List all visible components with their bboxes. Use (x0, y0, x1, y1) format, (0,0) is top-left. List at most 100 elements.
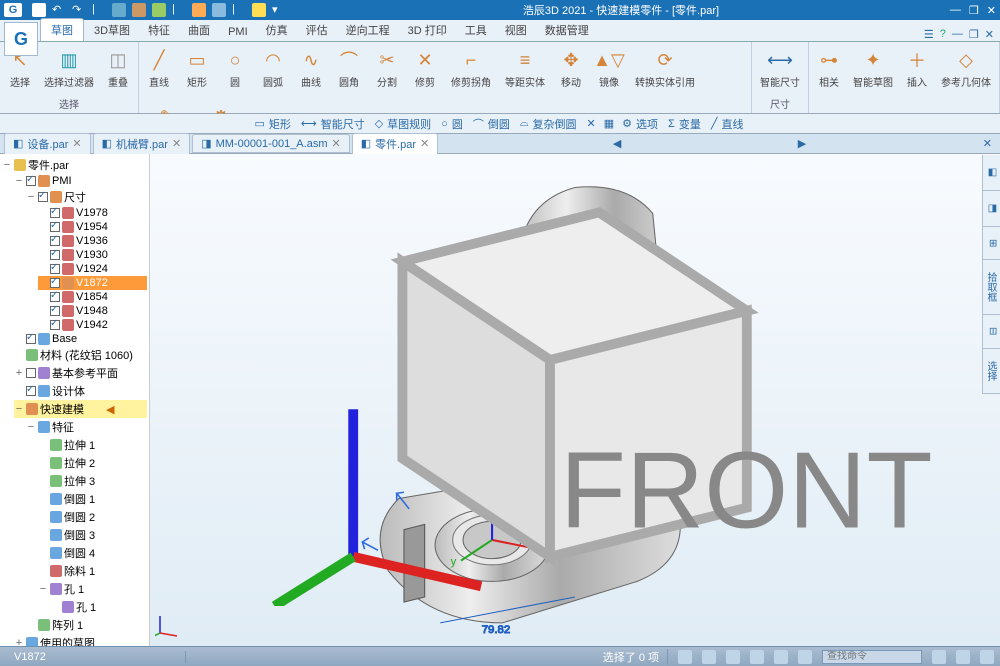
qat-redo-icon[interactable]: ↷ (72, 3, 86, 17)
restore-button[interactable]: ❐ (969, 4, 979, 17)
qat-save-icon[interactable] (32, 3, 46, 17)
ribbon-tab[interactable]: 特征 (140, 19, 178, 41)
app-logo-small[interactable]: G (4, 3, 22, 17)
ribbon-tab[interactable]: 工具 (457, 19, 495, 41)
ribbon-close-icon[interactable]: ✕ (985, 28, 994, 41)
fillet-button[interactable]: ⌒圆角 (335, 46, 363, 91)
side-tab-label[interactable]: 选择 (983, 349, 1000, 394)
tb2-circle-icon[interactable]: ○ 圆 (439, 116, 467, 132)
tb2-var-icon[interactable]: Σ 变量 (666, 116, 705, 132)
insert-button[interactable]: ＋插入 (903, 46, 931, 91)
secondary-toolbar: ▭ 矩形 ⟷ 智能尺寸 ◇ 草图规则 ○ 圆 ⌒ 倒圆 ⌓ 复杂倒圆 ✕ ▦ ⚙… (0, 114, 1000, 134)
select-filter-button[interactable]: ▥选择过滤器 (42, 46, 96, 91)
line-button[interactable]: ╱直线 (145, 46, 173, 91)
qat-icon[interactable] (252, 3, 266, 17)
doc-tab-active[interactable]: ◧零件.par✕ (352, 133, 439, 155)
status-icon[interactable] (750, 650, 764, 664)
smart-sketch-button[interactable]: ✦智能草图 (851, 46, 895, 91)
ribbon-tab[interactable]: 视图 (497, 19, 535, 41)
split-button[interactable]: ✂分割 (373, 46, 401, 91)
tb2-line-icon[interactable]: ╱ 直线 (709, 116, 748, 132)
command-search-input[interactable] (822, 650, 922, 664)
side-tab[interactable]: ◧ (983, 155, 1000, 191)
status-icon[interactable] (702, 650, 716, 664)
tb2-opts-icon[interactable]: ⚙ 选项 (620, 116, 662, 132)
rect-button[interactable]: ▭矩形 (183, 46, 211, 91)
qat-icon[interactable] (152, 3, 166, 17)
qat-sep: | (172, 3, 186, 17)
tab-nav-next-icon[interactable]: ▶ (794, 137, 810, 150)
status-icon[interactable] (956, 650, 970, 664)
smart-dim-button[interactable]: ⟷智能尺寸 (758, 46, 802, 91)
ribbon-min-icon[interactable]: — (952, 28, 963, 41)
mirror-button[interactable]: ▲▽镜像 (595, 46, 623, 91)
close-icon[interactable]: ✕ (331, 137, 340, 150)
qat-icon[interactable] (112, 3, 126, 17)
status-bar: V1872 选择了 0 项 (0, 646, 1000, 666)
tab-nav-prev-icon[interactable]: ◀ (609, 137, 625, 150)
doc-tab[interactable]: ◨MM-00001-001_A.asm✕ (192, 134, 350, 153)
ribbon-tab[interactable]: 数据管理 (537, 19, 597, 41)
qat-icon[interactable]: ▾ (272, 3, 286, 17)
tb2-fillet-icon[interactable]: ⌒ 倒圆 (471, 116, 514, 132)
tb2-dim-icon[interactable]: ⟷ 智能尺寸 (299, 116, 369, 132)
curve-button[interactable]: ∿曲线 (297, 46, 325, 91)
ribbon-help-icon[interactable]: ? (940, 28, 946, 41)
ref-geom-button[interactable]: ◇参考几何体 (939, 46, 993, 91)
ribbon-tab[interactable]: 评估 (298, 19, 336, 41)
document-tabs: ◧设备.par✕ ◧机械臂.par✕ ◨MM-00001-001_A.asm✕ … (0, 134, 1000, 154)
ribbon-tab[interactable]: 曲面 (180, 19, 218, 41)
doc-tab[interactable]: ◧机械臂.par✕ (93, 133, 191, 155)
overlap-button[interactable]: ◫重叠 (104, 46, 132, 91)
view-cube[interactable]: FRONT (125, 154, 975, 606)
doc-tab[interactable]: ◧设备.par✕ (4, 133, 91, 155)
minimize-button[interactable]: — (950, 4, 961, 17)
side-tab-label[interactable]: 拾取框 (983, 260, 1000, 315)
tb2-rules-icon[interactable]: ◇ 草图规则 (373, 116, 435, 132)
trim-corner-button[interactable]: ⌐修剪拐角 (449, 46, 493, 91)
status-icon[interactable] (678, 650, 692, 664)
3d-viewport[interactable]: x y z 46.66 25 50 79.82 (150, 154, 1000, 646)
ribbon-layout-icon[interactable]: ☰ (924, 28, 934, 41)
close-icon[interactable]: ✕ (420, 137, 429, 150)
status-icon[interactable] (980, 650, 994, 664)
trim-button[interactable]: ✕修剪 (411, 46, 439, 91)
ribbon-tab[interactable]: PMI (220, 23, 256, 41)
qat-icon[interactable] (192, 3, 206, 17)
dim-label: 79.82 (482, 624, 511, 636)
convert-button[interactable]: ⟳转换实体引用 (633, 46, 697, 91)
ribbon-max-icon[interactable]: ❐ (969, 28, 979, 41)
offset-button[interactable]: ≡等距实体 (503, 46, 547, 91)
side-tab[interactable]: ⊟ (983, 315, 1000, 348)
qat-icon[interactable] (132, 3, 146, 17)
status-item: V1872 (6, 651, 186, 663)
tb2-icon[interactable]: ▦ (602, 117, 616, 130)
status-icon[interactable] (774, 650, 788, 664)
tb2-cfillet-icon[interactable]: ⌓ 复杂倒圆 (518, 116, 581, 132)
ribbon-tab[interactable]: 3D 打印 (400, 19, 455, 41)
close-icon[interactable]: ✕ (172, 137, 181, 150)
arc-button[interactable]: ◠圆弧 (259, 46, 287, 91)
tb2-rect-icon[interactable]: ▭ 矩形 (253, 116, 295, 132)
tree-used-sketch[interactable]: +使用的草图 (14, 634, 147, 646)
ribbon-tab[interactable]: 3D草图 (86, 19, 138, 41)
qat-undo-icon[interactable]: ↶ (52, 3, 66, 17)
tb2-cut-icon[interactable]: ✕ (585, 117, 598, 130)
qat-icon[interactable] (212, 3, 226, 17)
side-tab[interactable]: ⊞ (983, 227, 1000, 260)
side-tab[interactable]: ◨ (983, 191, 1000, 227)
close-icon[interactable]: ✕ (72, 137, 81, 150)
ribbon-tab[interactable]: 逆向工程 (338, 19, 398, 41)
relate-button[interactable]: ⊶相关 (815, 46, 843, 91)
move-button[interactable]: ✥移动 (557, 46, 585, 91)
ribbon-tab[interactable]: 仿真 (258, 19, 296, 41)
status-icon[interactable] (798, 650, 812, 664)
ribbon-tab-active[interactable]: 草图 (40, 18, 84, 41)
close-button[interactable]: ✕ (987, 4, 996, 17)
tab-nav-close-icon[interactable]: ✕ (979, 137, 996, 150)
status-icon[interactable] (726, 650, 740, 664)
app-menu-button[interactable]: G (4, 22, 38, 56)
circle-button[interactable]: ○圆 (221, 46, 249, 91)
status-icon[interactable] (932, 650, 946, 664)
tree-array[interactable]: 阵列 1 (26, 616, 147, 634)
